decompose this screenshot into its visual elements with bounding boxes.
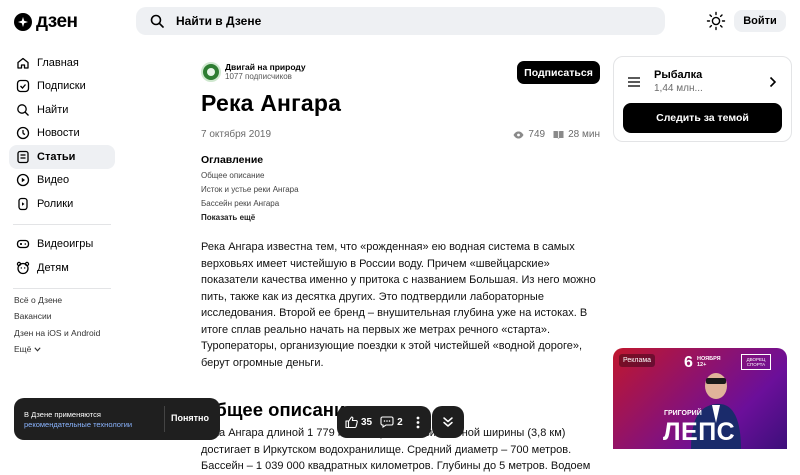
sidebar-item-label: Детям xyxy=(37,261,69,274)
toc-title: Оглавление xyxy=(201,154,264,166)
logo-text: дзен xyxy=(36,11,78,32)
sidebar-item-home[interactable]: Главная xyxy=(9,51,115,75)
chevron-right-icon[interactable] xyxy=(769,76,777,88)
menu-icon xyxy=(628,77,640,87)
like-button[interactable]: 35 xyxy=(345,416,372,428)
topic-name[interactable]: Рыбалка xyxy=(654,69,702,81)
sidebar-item-label: Ролики xyxy=(37,197,74,210)
ad-label-text: Реклама xyxy=(623,357,652,364)
cookie-text: В Дзене применяются xyxy=(24,410,101,419)
eye-icon xyxy=(513,131,524,138)
channel-subscribers: 1077 подписчиков xyxy=(225,72,292,81)
sidebar-item-kids[interactable]: Детям xyxy=(9,256,115,280)
shorts-icon xyxy=(18,197,28,210)
news-icon xyxy=(16,127,30,140)
ad-first-name: ГРИГОРИЙ xyxy=(664,410,702,417)
book-icon xyxy=(553,131,564,139)
cookie-accept-button[interactable]: Понятно xyxy=(171,413,209,423)
channel-info: Двигай на природу 1077 подписчиков xyxy=(225,63,306,82)
gamepad-icon xyxy=(16,240,30,249)
article-meta: 7 октября 2019 749 28 мин xyxy=(201,129,600,143)
more-vertical-icon[interactable] xyxy=(416,416,420,429)
thumbs-up-icon xyxy=(345,416,358,428)
toc-item[interactable]: Бассейн реки Ангара xyxy=(201,197,600,211)
footer-link-more[interactable]: Ещё xyxy=(14,341,100,357)
sidebar-item-label: Найти xyxy=(37,103,69,116)
search-input[interactable]: Найти в Дзене xyxy=(136,7,665,35)
sun-icon[interactable] xyxy=(706,11,726,31)
sidebar-item-label: Подписки xyxy=(37,80,86,93)
sidebar-item-label: Главная xyxy=(37,56,79,69)
follow-topic-button[interactable]: Следить за темой xyxy=(623,103,782,133)
search-icon xyxy=(150,14,164,28)
logo[interactable]: дзен xyxy=(14,11,78,33)
read-time: 28 мин xyxy=(568,129,600,140)
sidebar-divider xyxy=(13,223,111,225)
sidebar-item-video[interactable]: Видео xyxy=(9,169,115,193)
footer-link-jobs[interactable]: Вакансии xyxy=(14,308,100,324)
comment-icon xyxy=(380,416,394,428)
sidebar: Главная Подписки Найти Новости Статьи Ви… xyxy=(9,51,115,297)
toc-show-more[interactable]: Показать ещё xyxy=(201,211,600,225)
footer-link-apps[interactable]: Дзен на iOS и Android xyxy=(14,325,100,341)
top-bar: дзен Найти в Дзене Войти xyxy=(0,0,800,44)
sidebar-item-label: Новости xyxy=(37,127,80,140)
ad-banner[interactable]: Реклама 6 НОЯБРЯ 12+ ДВОРЕЦ СПОРТА ГРИГОР… xyxy=(613,348,787,449)
search-placeholder: Найти в Дзене xyxy=(176,14,262,28)
sidebar-item-news[interactable]: Новости xyxy=(9,122,115,146)
cookie-link[interactable]: рекомендательные технологии xyxy=(24,420,132,429)
footer-link-about[interactable]: Всё о Дзене xyxy=(14,292,100,308)
toc-item[interactable]: Общее описание xyxy=(201,169,600,183)
sidebar-item-subscriptions[interactable]: Подписки xyxy=(9,75,115,99)
views-count: 749 xyxy=(528,129,546,140)
channel-header: Двигай на природу 1077 подписчиков Подпи… xyxy=(201,60,600,84)
ad-label: Реклама xyxy=(619,354,656,367)
search-icon xyxy=(17,103,29,116)
sidebar-item-videogames[interactable]: Видеоигры xyxy=(9,233,115,257)
article-date: 7 октября 2019 xyxy=(201,129,271,140)
scroll-down-button[interactable] xyxy=(432,406,464,438)
likes-count: 35 xyxy=(361,416,373,428)
double-chevron-down-icon xyxy=(443,417,453,427)
cookie-notice: В Дзене применяются рекомендательные тех… xyxy=(14,398,220,440)
sidebar-item-label: Видео xyxy=(37,174,70,187)
article-stats: 749 28 мин xyxy=(513,129,600,140)
channel-name[interactable]: Двигай на природу xyxy=(225,63,306,72)
comments-count: 2 xyxy=(397,416,403,428)
dzen-logo-icon xyxy=(14,13,32,31)
sidebar-item-shorts[interactable]: Ролики xyxy=(9,192,115,216)
sidebar-item-label: Видеоигры xyxy=(37,238,94,251)
toc-list: Общее описание Исток и устье реки Ангара… xyxy=(201,169,600,225)
comments-button[interactable]: 2 xyxy=(380,416,403,428)
article-title: Река Ангара xyxy=(201,90,342,116)
article-action-bar: 35 2 xyxy=(337,406,431,438)
article-intro: Река Ангара известна тем, что «рожденная… xyxy=(201,241,596,369)
topic-subscribers: 1,44 млн... xyxy=(654,83,703,94)
toc-item[interactable]: Исток и устье реки Ангара xyxy=(201,183,600,197)
sidebar-item-articles[interactable]: Статьи xyxy=(9,145,115,169)
login-button[interactable]: Войти xyxy=(734,10,786,32)
sidebar-divider xyxy=(13,287,111,289)
articles-icon xyxy=(17,150,29,163)
ad-last-name: ЛЕПС xyxy=(663,418,736,446)
footer-more-label: Ещё xyxy=(14,343,32,354)
footer-links: Всё о Дзене Вакансии Дзен на iOS и Andro… xyxy=(14,292,100,357)
kids-icon xyxy=(16,261,30,274)
sidebar-item-label: Статьи xyxy=(37,150,76,163)
subscriptions-icon xyxy=(16,80,30,93)
home-icon xyxy=(17,57,29,69)
channel-avatar[interactable] xyxy=(201,62,221,82)
subscribe-button[interactable]: Подписаться xyxy=(517,61,600,84)
sidebar-item-search[interactable]: Найти xyxy=(9,98,115,122)
video-icon xyxy=(16,174,30,187)
cookie-divider xyxy=(164,406,165,432)
topic-card: Рыбалка 1,44 млн... Следить за темой xyxy=(613,56,792,142)
chevron-down-icon xyxy=(34,347,41,352)
